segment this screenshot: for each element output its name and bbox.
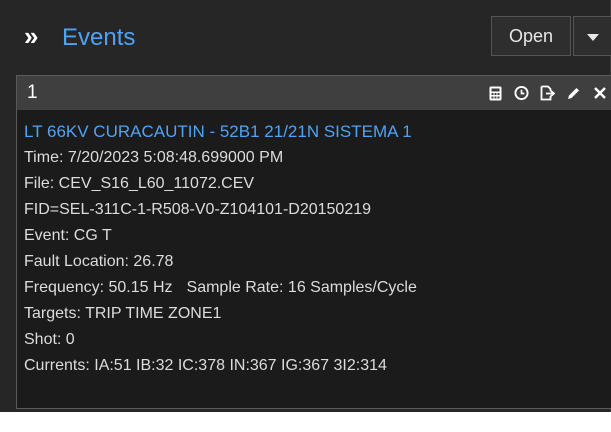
event-time: Time: 7/20/2023 5:08:48.699000 PM (24, 149, 284, 166)
event-fid: FID=SEL-311C-1-R508-V0-Z104101-D20150219 (24, 201, 372, 218)
page-title: Events (62, 24, 136, 51)
event-name-link[interactable]: LT 66KV CURACAUTIN - 52B1 21/21N SISTEMA… (24, 119, 604, 145)
export-icon[interactable] (540, 85, 555, 102)
caret-down-icon (587, 34, 599, 41)
open-button[interactable]: Open (491, 16, 571, 56)
event-sample-rate: Sample Rate: 16 Samples/Cycle (186, 279, 417, 296)
event-shot: Shot: 0 (24, 331, 75, 348)
event-frequency: Frequency: 50.15 Hz (24, 279, 173, 296)
event-targets: Targets: TRIP TIME ZONE1 (24, 305, 222, 322)
event-type: Event: CG T (24, 227, 112, 244)
event-details: LT 66KV CURACAUTIN - 52B1 21/21N SISTEMA… (24, 119, 604, 379)
pencil-icon[interactable] (566, 85, 581, 102)
open-dropdown-button[interactable] (573, 16, 611, 56)
event-fault-location: Fault Location: 26.78 (24, 253, 174, 270)
event-id: 1 (27, 82, 38, 103)
double-chevron-right-icon[interactable]: » (24, 20, 48, 52)
event-file: File: CEV_S16_L60_11072.CEV (24, 175, 255, 192)
calculator-icon[interactable] (488, 85, 503, 102)
event-toolbar (488, 81, 607, 105)
clock-icon[interactable] (514, 85, 529, 102)
events-window: » Events Open 1 LT 66KV CURACAUTIN - 52B… (0, 0, 611, 412)
close-icon[interactable] (592, 85, 607, 102)
event-card: 1 LT 66KV CURACAUTIN - 52B1 21/21N SISTE… (16, 75, 611, 409)
events-header: » Events Open (0, 0, 611, 72)
event-frequency-row: Frequency: 50.15 Hz Sample Rate: 16 Sampl… (24, 275, 604, 301)
event-card-header: 1 (17, 76, 611, 110)
event-currents: Currents: IA:51 IB:32 IC:378 IN:367 IG:3… (24, 357, 387, 374)
